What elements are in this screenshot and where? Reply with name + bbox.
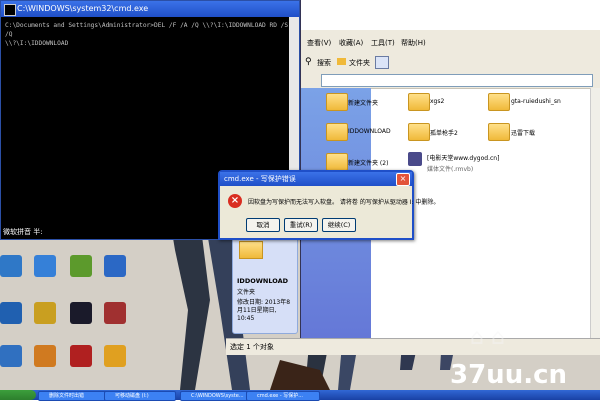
search-button[interactable]: 搜索	[317, 58, 331, 68]
menu-tools[interactable]: 工具(T)	[371, 38, 395, 48]
taskbar: 删除文件时出错 可移动磁盘 (I:) C:\WINDOWS\syste... c…	[0, 390, 600, 401]
desktop-icon-11[interactable]	[70, 345, 92, 367]
cmd-output[interactable]: C:\Documents and Settings\Administrator>…	[1, 17, 299, 52]
desktop-icon-7[interactable]	[70, 302, 92, 324]
item-label: gta-ruiedushi_sn	[511, 98, 561, 105]
dialog-titlebar[interactable]: cmd.exe - 写保护错误 ×	[220, 172, 412, 186]
dialog-title: cmd.exe - 写保护错误	[224, 175, 296, 183]
item-label: IDDOWNLOAD	[348, 128, 391, 135]
desktop-icon-5[interactable]	[0, 302, 22, 324]
address-bar	[301, 72, 600, 89]
details-folder-icon	[239, 241, 263, 259]
write-protect-error-dialog[interactable]: cmd.exe - 写保护错误 × × 因软盘为写保护而无法写入软盘。 请将卷 …	[218, 170, 439, 240]
desktop-icon-8[interactable]	[104, 302, 126, 324]
views-icon[interactable]	[375, 56, 389, 69]
error-icon: ×	[228, 194, 242, 208]
menu-favorites[interactable]: 收藏(A)	[339, 38, 363, 48]
cmd-line-1: C:\Documents and Settings\Administrator>…	[5, 22, 289, 38]
item-label: xgs2	[430, 98, 445, 105]
folder-icon[interactable]	[488, 123, 510, 141]
desktop-icon-12[interactable]	[104, 345, 126, 367]
folder-icon[interactable]	[326, 153, 348, 171]
details-panel: IDDOWNLOAD 文件夹 修改日期: 2013年8月11日星期日, 10:4…	[232, 236, 298, 334]
search-icon[interactable]: ⚲	[305, 57, 312, 67]
ime-status: 微软拼音 半:	[3, 228, 43, 236]
desktop-icon-6[interactable]	[34, 302, 56, 324]
folder-icon[interactable]	[408, 93, 430, 111]
dialog-message: 因软盘为写保护而无法写入软盘。 请将卷 的写保护从驱动器 I: 中删除。	[248, 199, 440, 206]
folder-icon[interactable]	[408, 123, 430, 141]
faint-watermark: ⌂ ⌂	[470, 325, 505, 350]
folders-button[interactable]: 文件夹	[349, 58, 370, 68]
item-label: 迅雷下载	[511, 130, 536, 137]
cmd-line-2: \\?\I:\IDDOWNLOAD	[5, 40, 69, 47]
continue-button[interactable]: 继续(C)	[322, 218, 356, 232]
cmd-titlebar[interactable]: C:\WINDOWS\system32\cmd.exe	[1, 1, 299, 17]
desktop-icon-2[interactable]	[34, 255, 56, 277]
item-label: 孤单枪手2	[430, 130, 458, 137]
cancel-button[interactable]: 取消	[246, 218, 280, 232]
folder-icon[interactable]	[337, 58, 346, 65]
menu-view[interactable]: 查看(V)	[307, 38, 331, 48]
desktop-icon-10[interactable]	[34, 345, 56, 367]
desktop-icon-9[interactable]	[0, 345, 22, 367]
item-label: [电影天堂www.dygod.cn]	[427, 155, 500, 162]
item-label: 新建文件夹	[348, 100, 379, 107]
item-sublabel: 媒体文件(.rmvb)	[427, 166, 474, 173]
details-name: IDDOWNLOAD	[237, 277, 289, 285]
media-file-icon[interactable]	[408, 152, 422, 166]
cmd-title: C:\WINDOWS\system32\cmd.exe	[17, 4, 149, 13]
retry-button[interactable]: 重试(R)	[284, 218, 318, 232]
explorer-menubar: 查看(V) 收藏(A) 工具(T) 帮助(H)	[301, 30, 600, 52]
folder-icon[interactable]	[488, 93, 510, 111]
desktop-icon-1[interactable]	[0, 255, 22, 277]
start-button[interactable]	[0, 390, 36, 400]
explorer-scrollbar[interactable]	[590, 88, 600, 338]
desktop-icon-3[interactable]	[70, 255, 92, 277]
desktop-icon-4[interactable]	[104, 255, 126, 277]
menu-help[interactable]: 帮助(H)	[401, 38, 426, 48]
address-field[interactable]	[321, 74, 593, 87]
details-type: 文件夹	[237, 289, 256, 296]
desktop-icons	[0, 250, 160, 390]
cmd-icon	[4, 4, 16, 16]
details-modified: 修改日期: 2013年8月11日星期日, 10:45	[237, 299, 291, 322]
status-bar: 选定 1 个对象	[226, 338, 600, 355]
site-watermark: 37uu.cn	[450, 360, 567, 390]
folder-icon[interactable]	[326, 93, 348, 111]
folder-icon[interactable]	[326, 123, 348, 141]
status-text: 选定 1 个对象	[230, 343, 274, 351]
explorer-toolbar: ⚲ 搜索 文件夹	[301, 52, 600, 73]
item-label: 新建文件夹 (2)	[348, 160, 389, 167]
close-icon[interactable]: ×	[396, 173, 410, 186]
